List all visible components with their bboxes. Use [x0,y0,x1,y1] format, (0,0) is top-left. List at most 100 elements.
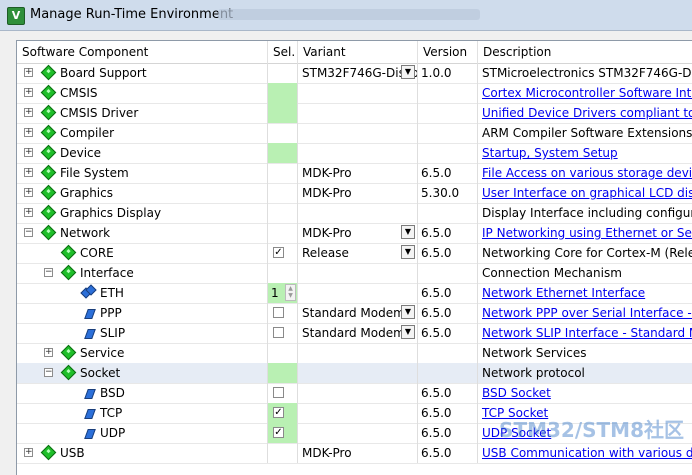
version-cell: 6.5.0 [418,383,478,403]
version-cell [418,123,478,143]
description-link[interactable]: BSD Socket [482,386,551,400]
sel-cell [268,143,298,163]
table-row[interactable]: + CMSIS Cortex Microcontroller Software In… [17,83,692,104]
header-version[interactable]: Version [418,41,478,63]
collapse-icon[interactable]: − [44,268,53,277]
table-row[interactable]: + USB MDK-Pro 6.5.0 USB Communication with v… [17,443,692,464]
table-row[interactable]: + Service Network Services [17,343,692,364]
expand-icon[interactable]: + [24,448,33,457]
description-link[interactable]: Startup, System Setup [482,146,618,160]
description-link[interactable]: Network PPP over Serial Interface - Stan… [482,306,692,320]
description-cell: Unified Device Drivers compliant to CMSI… [478,103,692,123]
select-checkbox[interactable]: ✓ [273,427,284,438]
table-row[interactable]: + Graphics MDK-Pro 5.30.0 User Interface on … [17,183,692,204]
expand-icon[interactable]: + [24,88,33,97]
table-row[interactable]: BSD 6.5.0 BSD Socket [17,383,692,404]
sel-cell[interactable]: ✓ [268,423,298,443]
component-tree-panel: Software Component Sel. Variant Version … [16,40,692,475]
description-cell: USB Communication with various devices [478,443,692,463]
sel-cell [268,103,298,123]
description-link[interactable]: IP Networking using Ethernet or Serial p… [482,226,692,240]
description-link[interactable]: Cortex Microcontroller Software Interfac… [482,86,692,100]
description-cell: BSD Socket [478,383,692,403]
variant-cell[interactable]: Standard Modem ▼ [298,323,418,343]
expand-icon[interactable]: + [44,348,53,357]
sel-cell[interactable]: 1 ▲ ▼ [268,283,298,303]
component-label: TCP [100,406,123,420]
select-checkbox[interactable]: ✓ [273,247,284,258]
select-checkbox[interactable]: ✓ [273,407,284,418]
variant-dropdown-icon[interactable]: ▼ [401,325,415,339]
sel-cell[interactable] [268,323,298,343]
expand-icon[interactable]: + [24,128,33,137]
variant-dropdown-icon[interactable]: ▼ [401,305,415,319]
description-link[interactable]: Network SLIP Interface - Standard Modem [482,326,692,340]
expand-icon[interactable]: + [24,168,33,177]
select-checkbox[interactable] [273,327,284,338]
expand-icon[interactable]: + [24,148,33,157]
spinner-arrows-icon[interactable]: ▲ ▼ [285,284,296,301]
table-row[interactable]: − Interface Connection Mechanism [17,263,692,284]
version-cell [418,363,478,383]
sel-cell[interactable]: ✓ [268,243,298,263]
collapse-icon[interactable]: − [44,368,53,377]
component-cell: − Interface [17,263,268,283]
variant-value: Standard Modem [302,306,405,320]
description-link[interactable]: USB Communication with various devices [482,446,692,460]
component-cell: + Board Support [17,63,268,83]
description-link[interactable]: Unified Device Drivers compliant to CMSI… [482,106,692,120]
description-link[interactable]: File Access on various storage devices [482,166,692,180]
table-row[interactable]: + Board Support STM32F746G-Discovery▼1.0.0… [17,63,692,84]
variant-cell [298,283,418,303]
table-row[interactable]: + CMSIS Driver Unified Device Drivers comp… [17,103,692,124]
table-row[interactable]: + Device Startup, System Setup [17,143,692,164]
blue-component-icon [84,309,96,319]
spinner-value: 1 [271,286,279,300]
sel-cell[interactable] [268,303,298,323]
description-link[interactable]: User Interface on graphical LCD displays [482,186,692,200]
header-description[interactable]: Description [478,41,692,63]
green-component-icon [40,444,57,461]
title-bar: V Manage Run-Time Environment [0,0,692,31]
expand-icon[interactable]: + [24,108,33,117]
description-link[interactable]: Network Ethernet Interface [482,286,645,300]
variant-cell [298,363,418,383]
component-label: USB [60,446,85,460]
header-sel[interactable]: Sel. [268,41,298,63]
version-cell: 6.5.0 [418,163,478,183]
select-checkbox[interactable] [273,307,284,318]
header-software-component[interactable]: Software Component [17,41,268,63]
sel-cell[interactable] [268,383,298,403]
variant-cell[interactable]: MDK-Pro ▼ [298,223,418,243]
table-row[interactable]: + Graphics Display Display Interface inclu… [17,203,692,224]
variant-cell [298,203,418,223]
instance-spinner[interactable]: 1 ▲ ▼ [270,284,296,301]
variant-cell[interactable]: STM32F746G-Discovery▼ [298,63,418,83]
sel-cell[interactable]: ✓ [268,403,298,423]
table-row[interactable]: + Compiler ARM Compiler Software Extension… [17,123,692,144]
variant-dropdown-icon[interactable]: ▼ [401,245,415,259]
header-variant[interactable]: Variant [298,41,418,63]
table-row[interactable]: − Socket Network protocol [17,363,692,384]
expand-icon[interactable]: + [24,68,33,77]
variant-cell[interactable]: Standard Modem ▼ [298,303,418,323]
version-cell: 6.5.0 [418,243,478,263]
variant-dropdown-icon[interactable]: ▼ [401,65,415,79]
variant-cell [298,263,418,283]
variant-dropdown-icon[interactable]: ▼ [401,225,415,239]
variant-cell [298,383,418,403]
variant-cell[interactable]: Release ▼ [298,243,418,263]
expand-icon[interactable]: + [24,208,33,217]
table-row[interactable]: − Network MDK-Pro ▼ 6.5.0 IP Networking using… [17,223,692,244]
table-row[interactable]: SLIP Standard Modem ▼ 6.5.0 Network SLIP Int… [17,323,692,344]
description-text: Network protocol [482,366,585,380]
version-cell: 6.5.0 [418,303,478,323]
table-row[interactable]: PPP Standard Modem ▼ 6.5.0 Network PPP over … [17,303,692,324]
table-row[interactable]: CORE ✓ Release ▼ 6.5.0 Networking Core for Co… [17,243,692,264]
table-row[interactable]: + File System MDK-Pro 6.5.0 File Access on v… [17,163,692,184]
variant-cell [298,403,418,423]
expand-icon[interactable]: + [24,188,33,197]
collapse-icon[interactable]: − [24,228,33,237]
table-row[interactable]: ETH 1 ▲ ▼ 6.5.0 Network Ethernet Interface [17,283,692,304]
select-checkbox[interactable] [273,387,284,398]
